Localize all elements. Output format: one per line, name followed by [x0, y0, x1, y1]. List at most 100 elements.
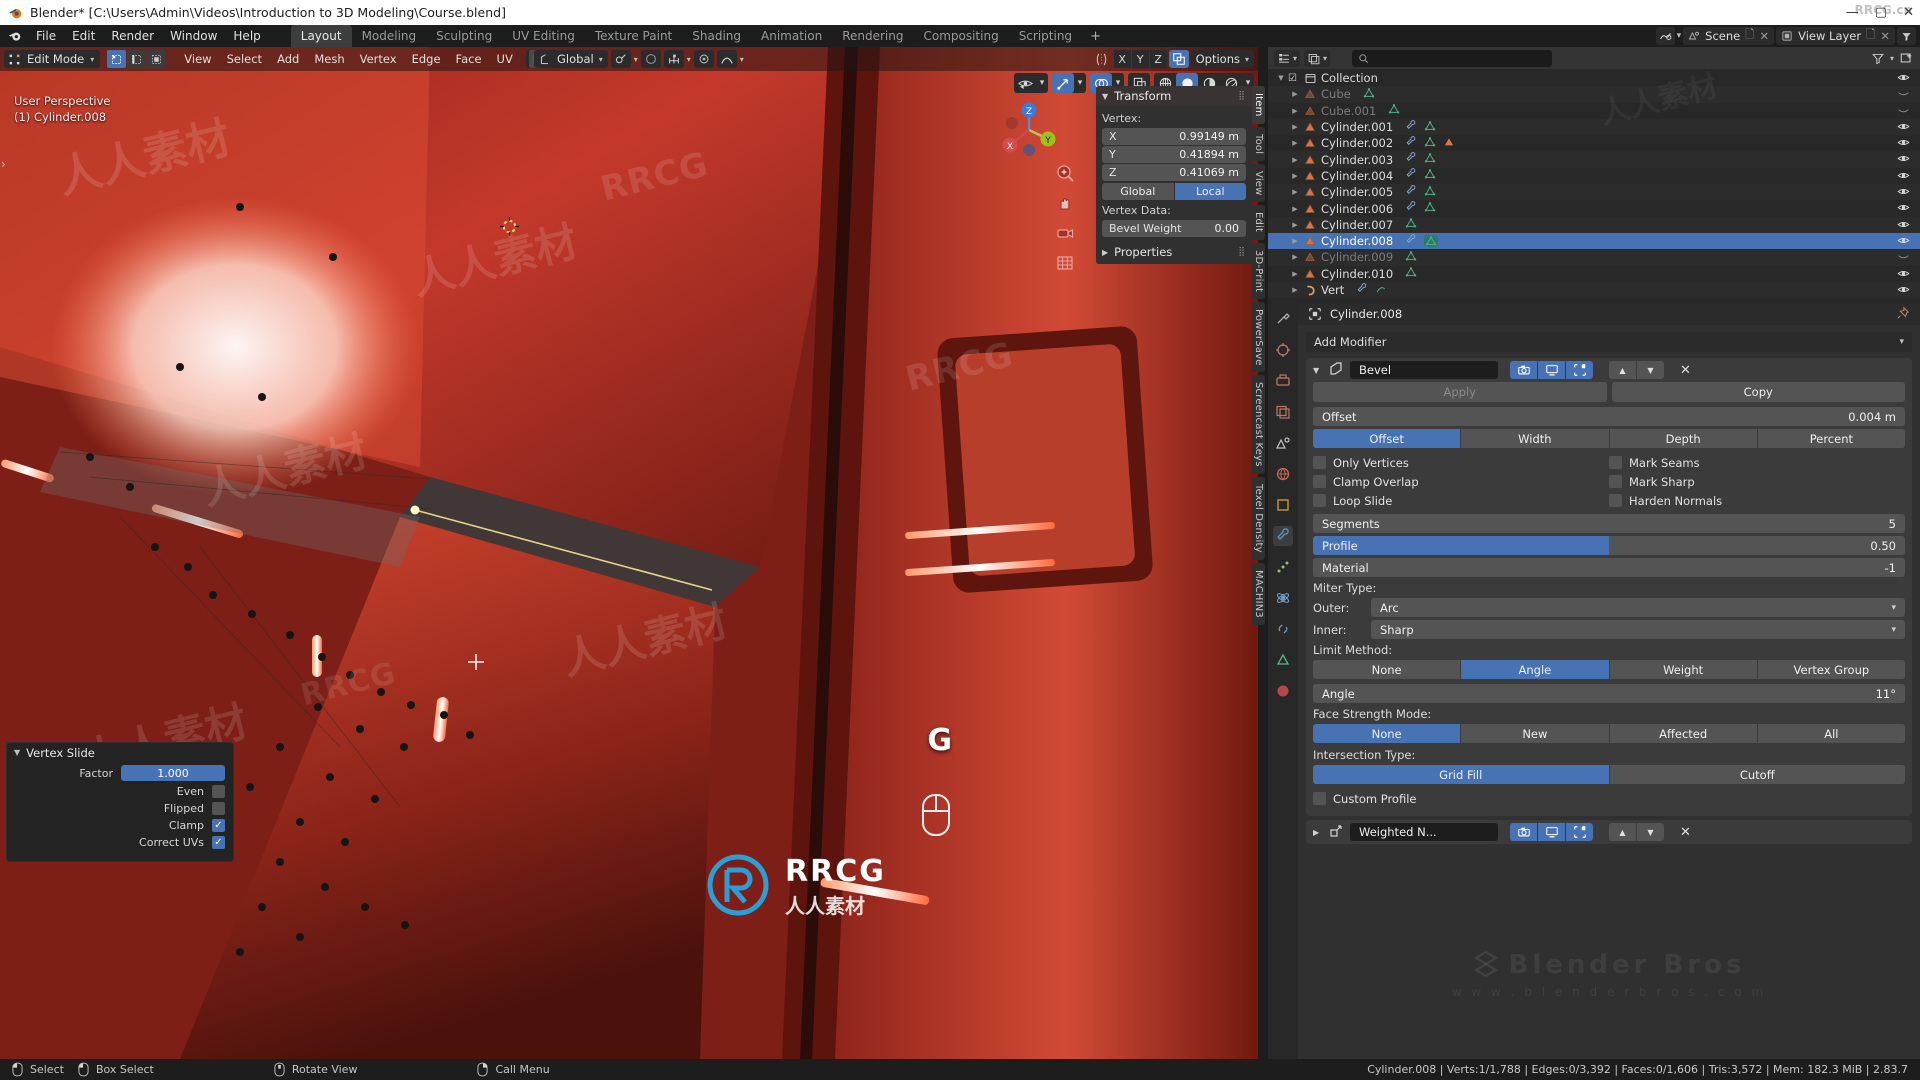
bevel-checkbox-mark-sharp[interactable]: [1609, 475, 1622, 488]
outliner-badge-modifier[interactable]: [1405, 119, 1417, 135]
outliner-expand-icon[interactable]: ▶: [1288, 123, 1302, 131]
filter-icon[interactable]: [1871, 52, 1885, 65]
outer-miter-dropdown[interactable]: Arc ▾: [1371, 598, 1905, 617]
outliner-tree[interactable]: ▼ ☑ Collection ▶ Cube ▶ Cube.001 ▶ Cylinder.001 ▶…: [1268, 69, 1920, 299]
outliner-row-cube[interactable]: ▶ Cube: [1268, 86, 1920, 103]
tab-material-properties[interactable]: [1273, 681, 1293, 701]
tab-modifier-properties[interactable]: [1273, 526, 1293, 546]
sidebar-tab-edit[interactable]: Edit: [1252, 205, 1265, 240]
outliner-visibility-toggle[interactable]: [1897, 283, 1910, 299]
tab-output-properties[interactable]: [1273, 371, 1293, 391]
width-type-toggle[interactable]: Offset Width Depth Percent: [1313, 429, 1905, 448]
sidebar-tab-texel-density[interactable]: Texel Density: [1252, 477, 1265, 560]
outliner-badge-mesh-data[interactable]: [1424, 152, 1436, 167]
scene-delete-icon[interactable]: ✕: [1759, 29, 1769, 43]
factor-slider[interactable]: 1.000: [121, 765, 225, 781]
face-strength-toggle[interactable]: None New Affected All: [1313, 724, 1905, 743]
outliner-visibility-toggle[interactable]: [1897, 104, 1910, 120]
show-viewport-toggle[interactable]: [1538, 361, 1565, 379]
apply-modifier-button[interactable]: Apply: [1313, 382, 1607, 402]
tab-particle-properties[interactable]: [1273, 557, 1293, 577]
copy-modifier-button[interactable]: Copy: [1611, 382, 1905, 402]
view-layer-field[interactable]: View Layer 🗋 ✕: [1776, 27, 1895, 45]
outliner-badge-mesh-data[interactable]: [1424, 136, 1436, 151]
operator-checkbox-even[interactable]: [212, 785, 225, 798]
outliner-badge-mesh-data[interactable]: [1424, 168, 1436, 183]
tab-physics-properties[interactable]: [1273, 588, 1293, 608]
workspace-tab-layout[interactable]: Layout: [290, 25, 352, 47]
bevel-option-row[interactable]: Clamp Overlap: [1313, 472, 1609, 491]
menu-window[interactable]: Window: [162, 27, 225, 45]
modifier-weighted-normal-header[interactable]: ▶ Weighted N... ▲ ▼ ✕: [1306, 820, 1912, 844]
operator-collapse-icon[interactable]: ▼: [14, 748, 20, 757]
properties-drag-handle[interactable]: ⣿: [1238, 247, 1246, 257]
limit-method-toggle[interactable]: None Angle Weight Vertex Group: [1313, 660, 1905, 679]
sidebar-tab-screencast-keys[interactable]: Screencast Keys: [1252, 375, 1265, 475]
delete-modifier-button[interactable]: ✕: [1680, 363, 1691, 378]
sidebar-tab-strip[interactable]: Item Tool View Edit 3D-Print PowerSave Screenc…: [1252, 86, 1265, 625]
viewport-menu-select[interactable]: Select: [220, 50, 269, 68]
modifier2-expand-icon[interactable]: ▶: [1313, 828, 1322, 837]
outliner-badge-modifier[interactable]: [1356, 282, 1368, 298]
workspace-tab-sculpting[interactable]: Sculpting: [426, 25, 502, 47]
outliner-badge-mesh-data[interactable]: [1424, 185, 1436, 200]
viewport-nav-buttons[interactable]: [1054, 162, 1076, 274]
vertex-select-mode-button[interactable]: [107, 50, 127, 68]
viewport-menu-uv[interactable]: UV: [490, 50, 520, 68]
snap-target-button[interactable]: [610, 50, 631, 68]
bevel-option-row[interactable]: Loop Slide: [1313, 491, 1609, 510]
workspace-tab-rendering[interactable]: Rendering: [832, 25, 913, 47]
tab-world-properties[interactable]: [1273, 464, 1293, 484]
modifier2-move-up-button[interactable]: ▲: [1609, 823, 1636, 841]
panel-drag-handle[interactable]: ⣿: [1238, 91, 1246, 101]
menu-help[interactable]: Help: [225, 27, 268, 45]
intersection-type-grid-fill[interactable]: Grid Fill: [1313, 765, 1609, 784]
bevel-option-row[interactable]: Mark Seams: [1609, 453, 1905, 472]
add-workspace-button[interactable]: +: [1082, 29, 1109, 44]
custom-profile-checkbox-row[interactable]: Custom Profile: [1313, 789, 1905, 808]
outliner-expand-icon[interactable]: ▶: [1288, 107, 1302, 115]
transform-space-toggle[interactable]: Global Local: [1102, 183, 1246, 200]
limit-method-angle[interactable]: Angle: [1461, 660, 1609, 679]
mirror-axis-y[interactable]: Y: [1131, 50, 1149, 68]
outliner-badge-mesh-data[interactable]: [1405, 266, 1417, 281]
properties-subpanel-header[interactable]: ▶ Properties ⣿: [1096, 243, 1252, 261]
modifier2-delete-button[interactable]: ✕: [1680, 825, 1691, 840]
tab-scene-properties[interactable]: [1273, 433, 1293, 453]
outliner-badge-modifier[interactable]: [1405, 168, 1417, 183]
outliner-row-cylinder-003[interactable]: ▶ Cylinder.003: [1268, 151, 1920, 168]
mirror-axis-z[interactable]: Z: [1149, 50, 1167, 68]
modifier-bevel-header[interactable]: ▼ Bevel ▲ ▼ ✕: [1306, 358, 1912, 382]
new-collection-icon[interactable]: [1899, 51, 1914, 65]
bevel-checkbox-clamp-overlap[interactable]: [1313, 475, 1326, 488]
move-up-button[interactable]: ▲: [1609, 361, 1636, 379]
snap-chevron-icon[interactable]: ▾: [634, 55, 638, 64]
outliner-expand-icon[interactable]: ▶: [1288, 205, 1302, 213]
outliner-row-cylinder-005[interactable]: ▶ Cylinder.005: [1268, 184, 1920, 201]
custom-profile-checkbox[interactable]: [1313, 792, 1326, 805]
modifier2-display-toggles[interactable]: [1510, 823, 1593, 841]
outliner-row-cylinder-006[interactable]: ▶ Cylinder.006: [1268, 200, 1920, 216]
properties-expand-icon[interactable]: ▶: [1102, 248, 1108, 257]
sidebar-tab-3d-print[interactable]: 3D-Print: [1252, 242, 1265, 299]
outliner-display-mode-dropdown[interactable]: ▾: [1304, 49, 1331, 67]
vertex-y-field[interactable]: Y 0.41894 m: [1102, 146, 1246, 163]
inner-miter-dropdown[interactable]: Sharp ▾: [1371, 620, 1905, 639]
display-mode-chevron-icon[interactable]: ▾: [1323, 54, 1327, 63]
scene-field[interactable]: Scene 🗋 ✕: [1683, 27, 1775, 45]
operator-checkbox-clamp[interactable]: ✓: [212, 819, 225, 832]
workspace-tab-uv-editing[interactable]: UV Editing: [502, 25, 585, 47]
outliner-search-input[interactable]: [1352, 49, 1553, 67]
intersection-type-toggle[interactable]: Grid Fill Cutoff: [1313, 765, 1905, 784]
outliner-expand-icon[interactable]: ▶: [1288, 221, 1302, 229]
bevel-option-row[interactable]: Harden Normals: [1609, 491, 1905, 510]
add-modifier-dropdown[interactable]: Add Modifier ▾: [1306, 332, 1912, 352]
operator-checkbox-correct-uvs[interactable]: ✓: [212, 836, 225, 849]
outliner-expand-icon[interactable]: ▼: [1274, 74, 1288, 82]
view-layer-delete-icon[interactable]: ✕: [1880, 29, 1890, 43]
outliner-visibility-toggle[interactable]: [1897, 87, 1910, 103]
outliner-visibility-toggle[interactable]: [1897, 267, 1910, 283]
move-view-icon[interactable]: [1054, 192, 1076, 214]
mirror-axis-group[interactable]: XYZ: [1113, 50, 1167, 68]
sidebar-tab-tool[interactable]: Tool: [1252, 126, 1265, 161]
